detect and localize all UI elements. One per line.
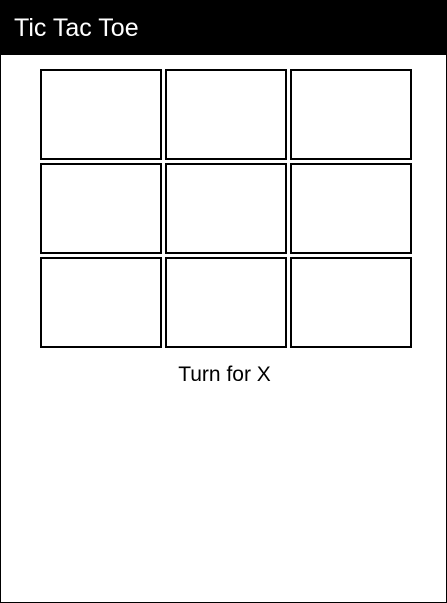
turn-status: Turn for X <box>178 363 271 386</box>
board-cell-9[interactable] <box>290 257 412 348</box>
game-board <box>40 69 414 349</box>
app-window: Tic Tac Toe Turn for X <box>0 0 447 603</box>
board-cell-4[interactable] <box>40 163 162 254</box>
app-header: Tic Tac Toe <box>1 1 446 55</box>
board-cell-7[interactable] <box>40 257 162 348</box>
board-cell-3[interactable] <box>290 69 412 160</box>
board-cell-5[interactable] <box>165 163 287 254</box>
board-cell-8[interactable] <box>165 257 287 348</box>
board-cell-2[interactable] <box>165 69 287 160</box>
board-cell-6[interactable] <box>290 163 412 254</box>
board-cell-1[interactable] <box>40 69 162 160</box>
page-title: Tic Tac Toe <box>14 14 139 42</box>
